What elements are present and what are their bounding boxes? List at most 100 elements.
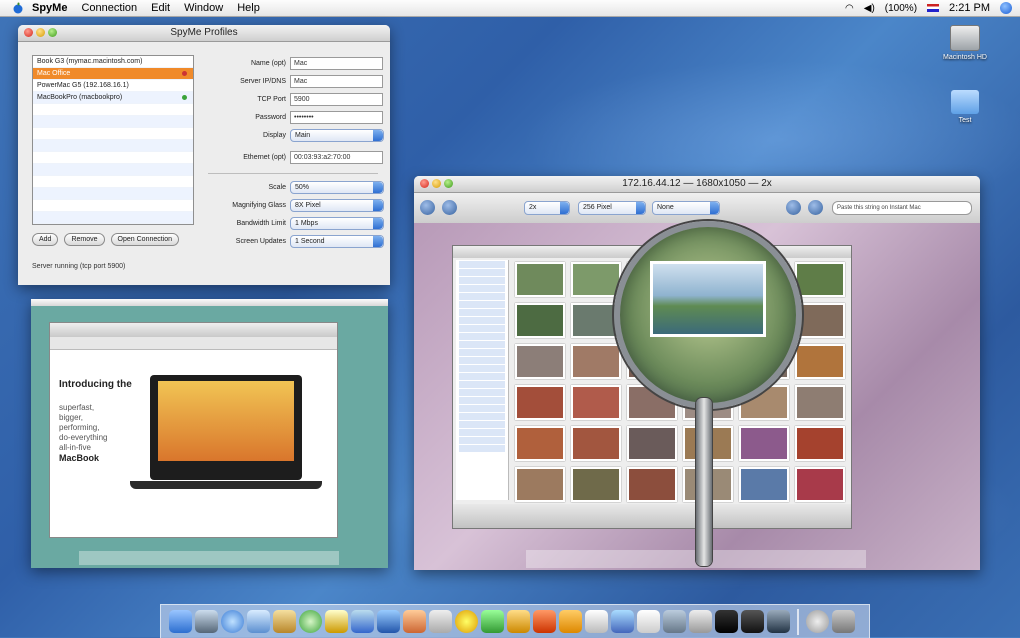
ethernet-field[interactable]: 00:03:93:a2:70:00	[290, 151, 383, 164]
list-item-empty	[33, 152, 193, 164]
app-icon[interactable]	[533, 610, 556, 633]
name-field[interactable]: Mac	[290, 57, 383, 70]
profile-list[interactable]: Book G3 (mymac.macintosh.com) Mac Office…	[32, 55, 194, 225]
app-icon[interactable]	[741, 610, 764, 633]
dashboard-icon[interactable]	[195, 610, 218, 633]
zoom-icon[interactable]	[48, 28, 57, 37]
password-field[interactable]: ••••••••	[290, 111, 383, 124]
close-icon[interactable]	[420, 179, 429, 188]
menu-app-name[interactable]: SpyMe	[32, 2, 67, 14]
paste-string-field[interactable]: Paste this string on Instant Mac	[832, 201, 972, 215]
preview-icon[interactable]	[585, 610, 608, 633]
app-icon[interactable]	[559, 610, 582, 633]
photo-thumbnail[interactable]	[571, 426, 621, 461]
list-item-selected[interactable]: Mac Office	[33, 68, 193, 80]
photo-thumbnail[interactable]	[795, 385, 845, 420]
photo-thumbnail[interactable]	[515, 467, 565, 502]
desktop-icon-folder[interactable]: Test	[930, 90, 1000, 124]
photo-thumbnail[interactable]	[515, 344, 565, 379]
photo-thumbnail[interactable]	[795, 426, 845, 461]
apple-menu-icon[interactable]	[12, 2, 24, 14]
iphoto-icon[interactable]	[351, 610, 374, 633]
photo-thumbnail[interactable]	[571, 344, 621, 379]
volume-icon[interactable]: ◀)	[864, 3, 875, 14]
photo-thumbnail[interactable]	[515, 303, 565, 338]
magnifier-handle[interactable]	[696, 398, 712, 566]
address-book-icon[interactable]	[273, 610, 296, 633]
list-item[interactable]: PowerMac G5 (192.168.16.1)	[33, 80, 193, 92]
scale-popup[interactable]: 50%	[290, 181, 384, 194]
menu-connection[interactable]: Connection	[81, 2, 137, 14]
desktop-icon-hd[interactable]: Macintosh HD	[930, 25, 1000, 61]
bandwidth-popup[interactable]: 1 Mbps	[290, 217, 384, 230]
app-icon[interactable]	[481, 610, 504, 633]
app-icon[interactable]	[767, 610, 790, 633]
add-button[interactable]: Add	[32, 233, 59, 246]
garageband-icon[interactable]	[403, 610, 426, 633]
magnifying-glass-popup[interactable]: 8X Pixel	[290, 199, 384, 212]
itunes-icon[interactable]	[299, 610, 322, 633]
menu-help[interactable]: Help	[237, 2, 260, 14]
arrow-down-icon[interactable]	[786, 200, 801, 215]
minimize-icon[interactable]	[432, 179, 441, 188]
list-item[interactable]: MacBookPro (macbookpro)	[33, 92, 193, 104]
ichat-icon[interactable]	[325, 610, 348, 633]
server-field[interactable]: Mac	[290, 75, 383, 88]
option-popup[interactable]: None	[652, 201, 720, 215]
port-field[interactable]: 5900	[290, 93, 383, 106]
spotlight-icon[interactable]	[1000, 2, 1012, 14]
photo-thumbnail[interactable]	[795, 467, 845, 502]
photo-thumbnail[interactable]	[627, 467, 677, 502]
info-icon[interactable]	[442, 200, 457, 215]
photo-thumbnail[interactable]	[515, 262, 565, 297]
photo-thumbnail[interactable]	[627, 426, 677, 461]
open-connection-button[interactable]: Open Connection	[110, 233, 180, 246]
flag-icon[interactable]	[927, 4, 940, 12]
photo-thumbnail[interactable]	[515, 385, 565, 420]
battery-status[interactable]: (100%)	[885, 3, 917, 14]
window-title: SpyMe Profiles	[170, 27, 238, 38]
mail-icon[interactable]	[247, 610, 270, 633]
pixel-popup[interactable]: 256 Pixel	[578, 201, 646, 215]
back-icon[interactable]	[420, 200, 435, 215]
terminal-icon[interactable]	[715, 610, 738, 633]
remote-screen-small[interactable]: Introducing the superfast, bigger, perfo…	[31, 299, 388, 568]
safari-icon[interactable]	[221, 610, 244, 633]
clock[interactable]: 2:21 PM	[949, 2, 990, 14]
minimized-window-icon[interactable]	[806, 610, 829, 633]
zoom-popup[interactable]: 2x	[524, 201, 570, 215]
photo-thumbnail[interactable]	[571, 262, 621, 297]
photo-thumbnail[interactable]	[515, 426, 565, 461]
viewer-titlebar[interactable]: 172.16.44.12 — 1680x1050 — 2x	[414, 176, 980, 193]
close-icon[interactable]	[24, 28, 33, 37]
app-icon[interactable]	[689, 610, 712, 633]
photo-thumbnail[interactable]	[795, 344, 845, 379]
display-popup[interactable]: Main	[290, 129, 384, 142]
app-icon[interactable]	[637, 610, 660, 633]
trash-icon[interactable]	[832, 610, 855, 633]
minimize-icon[interactable]	[36, 28, 45, 37]
remove-button[interactable]: Remove	[64, 233, 105, 246]
magnifying-glass[interactable]	[614, 221, 802, 409]
zoom-icon[interactable]	[444, 179, 453, 188]
list-item[interactable]: Book G3 (mymac.macintosh.com)	[33, 56, 193, 68]
photo-thumbnail[interactable]	[739, 426, 789, 461]
photo-thumbnail[interactable]	[739, 467, 789, 502]
spyme-icon[interactable]	[663, 610, 686, 633]
menu-window[interactable]: Window	[184, 2, 223, 14]
screen-updates-popup[interactable]: 1 Second	[290, 235, 384, 248]
arrow-up-icon[interactable]	[808, 200, 823, 215]
wifi-icon[interactable]: ◠	[845, 3, 854, 14]
photo-thumbnail[interactable]	[571, 467, 621, 502]
app-icon[interactable]	[611, 610, 634, 633]
photo-thumbnail[interactable]	[795, 303, 845, 338]
sun-icon[interactable]	[455, 610, 478, 633]
textedit-icon[interactable]	[429, 610, 452, 633]
profiles-titlebar[interactable]: SpyMe Profiles	[18, 25, 390, 42]
app-icon[interactable]	[507, 610, 530, 633]
system-preferences-icon[interactable]	[377, 610, 400, 633]
menu-edit[interactable]: Edit	[151, 2, 170, 14]
finder-icon[interactable]	[169, 610, 192, 633]
photo-thumbnail[interactable]	[795, 262, 845, 297]
photo-thumbnail[interactable]	[571, 385, 621, 420]
